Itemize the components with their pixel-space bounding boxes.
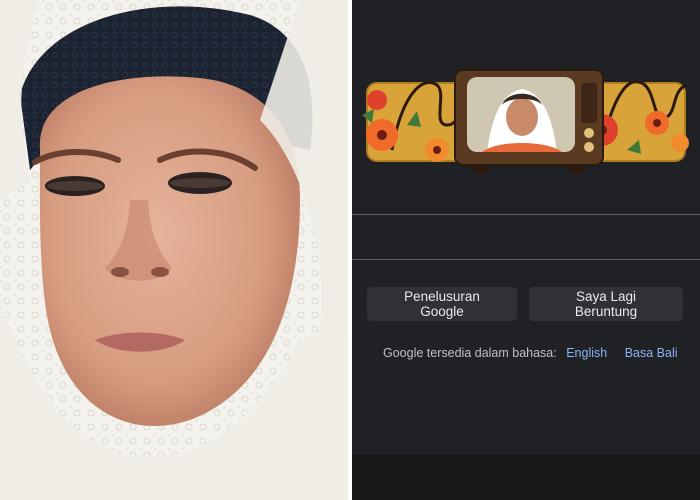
portrait-image — [0, 0, 350, 500]
portrait-photo — [0, 0, 350, 500]
google-homepage: Penelusuran Google Saya Lagi Beruntung G… — [352, 0, 700, 500]
google-doodle-portrait[interactable] — [352, 55, 700, 185]
doodle-illustration — [362, 69, 689, 173]
google-search-button[interactable]: Penelusuran Google — [367, 287, 517, 321]
language-intro: Google tersedia dalam bahasa: — [383, 346, 557, 360]
feeling-lucky-button[interactable]: Saya Lagi Beruntung — [529, 287, 683, 321]
footer — [352, 455, 700, 500]
search-input[interactable] — [352, 214, 700, 260]
language-link-english[interactable]: English — [566, 346, 607, 360]
language-link-basa-bali[interactable]: Basa Bali — [625, 346, 678, 360]
language-offer: Google tersedia dalam bahasa: English Ba… — [383, 346, 678, 360]
